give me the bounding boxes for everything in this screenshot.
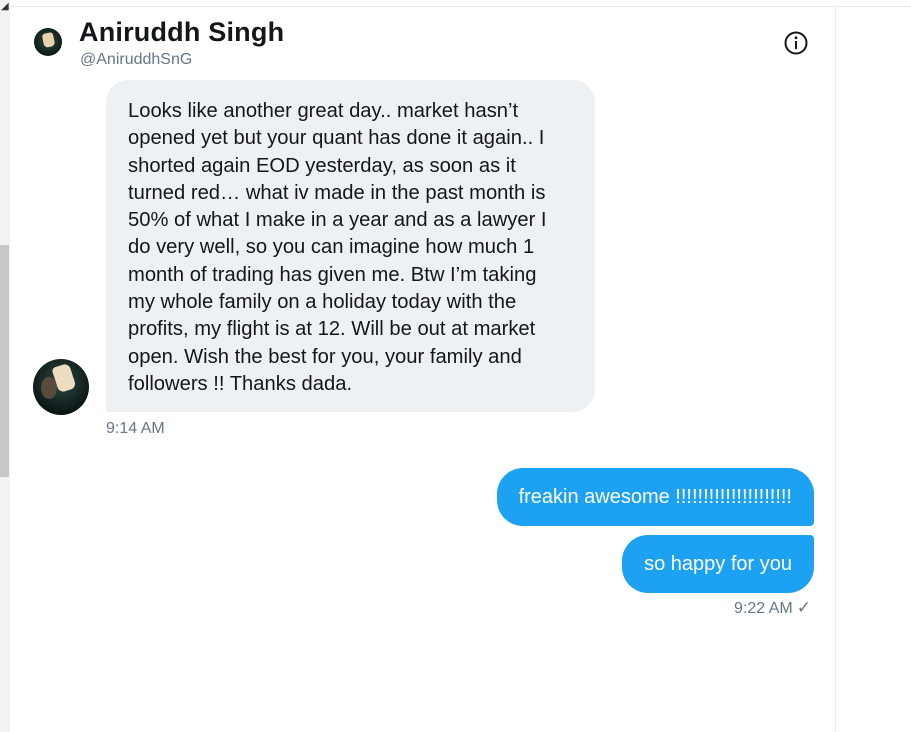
scroll-up-arrow-icon[interactable]: ◢ <box>1 2 9 12</box>
conversation-handle: @AniruddhSnG <box>80 51 193 68</box>
right-divider <box>835 6 836 732</box>
top-divider <box>10 6 750 7</box>
conversation-name[interactable]: Aniruddh Singh <box>79 17 284 48</box>
sender-avatar[interactable] <box>33 359 89 415</box>
info-icon[interactable] <box>784 31 808 55</box>
received-message-bubble[interactable]: Looks like another great day.. market ha… <box>106 80 595 413</box>
scrollbar-track[interactable] <box>0 0 10 732</box>
checkmark-icon: ✓ <box>796 598 811 617</box>
sent-message-bubble[interactable]: so happy for you <box>622 535 814 593</box>
header-avatar[interactable] <box>34 28 62 56</box>
top-divider-right <box>750 6 911 7</box>
sent-message-time: 9:22 AM ✓ <box>734 598 811 618</box>
received-message-time: 9:14 AM <box>106 420 165 437</box>
sent-time-label: 9:22 AM <box>734 600 793 617</box>
scrollbar-thumb[interactable] <box>0 245 9 477</box>
sent-message-bubble[interactable]: freakin awesome !!!!!!!!!!!!!!!!!!!!! <box>496 468 814 526</box>
